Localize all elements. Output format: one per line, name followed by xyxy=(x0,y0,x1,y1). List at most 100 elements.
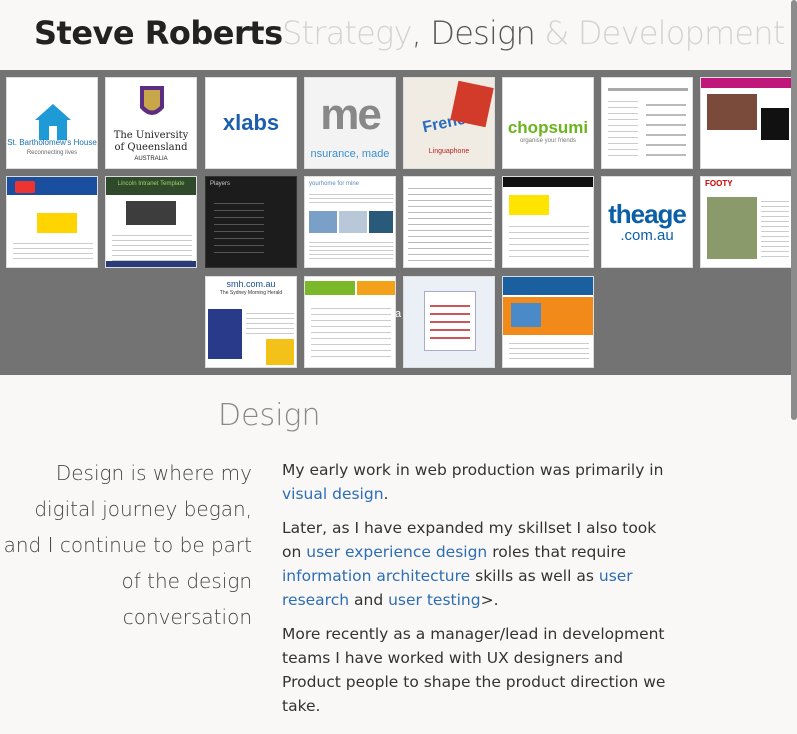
thumb-uq[interactable]: The University of Queensland AUSTRALIA xyxy=(105,77,197,169)
thumb-theage[interactable]: theage .com.au xyxy=(601,176,693,268)
thumb-label: Players xyxy=(210,181,231,187)
thumb-sub: Reconnecting lives xyxy=(26,150,78,156)
thumb-label: me xyxy=(320,90,382,139)
thumb-lincoln[interactable]: Lincoln Intranet Template xyxy=(105,176,197,268)
site-tagline: Strategy, Design & Development xyxy=(282,14,785,52)
page-image xyxy=(707,94,757,130)
page-content xyxy=(761,197,789,259)
thumb-chopsumi[interactable]: chopsumi organise your friends xyxy=(502,77,594,169)
page-content xyxy=(13,239,93,263)
page-header-bar xyxy=(503,277,593,295)
section-body: My early work in web production was prim… xyxy=(282,458,672,728)
paragraph: More recently as a manager/lead in devel… xyxy=(282,625,666,715)
thumb-web-page-f[interactable] xyxy=(304,276,396,368)
page-content xyxy=(646,96,686,156)
page-content xyxy=(408,183,492,263)
ux-design-link[interactable]: user experience design xyxy=(306,543,487,561)
site-header: Steve Roberts Strategy, Design & Develop… xyxy=(0,0,797,70)
visual-design-link[interactable]: visual design xyxy=(282,485,384,503)
page-ad xyxy=(761,108,789,140)
information-architecture-link[interactable]: information architecture xyxy=(282,567,470,585)
crest-icon xyxy=(140,86,164,115)
page-map xyxy=(339,211,367,233)
text: >. xyxy=(480,591,499,609)
thumb-label: smh.com.au xyxy=(226,279,276,289)
page-content xyxy=(112,231,192,261)
thumb-web-page-b[interactable] xyxy=(700,77,792,169)
pull-quote: Design is where my digital journey began… xyxy=(0,455,252,635)
thumb-label: Lincoln Intranet Template xyxy=(117,181,185,187)
thumb-footy[interactable]: FOOTY xyxy=(700,176,792,268)
page-content xyxy=(509,339,589,363)
thumb-label: theage xyxy=(608,199,687,229)
text: skills as well as xyxy=(475,567,594,585)
thumb-sub: nsurance, made xyxy=(310,148,390,160)
thumb-label: yourhome for mine xyxy=(309,181,360,187)
text: . xyxy=(383,485,389,503)
thumb-web-page-d[interactable] xyxy=(403,176,495,268)
page-badge xyxy=(369,211,393,233)
thumb-st-barts[interactable]: St. Bartholomew's House Reconnecting liv… xyxy=(6,77,98,169)
page-banner xyxy=(509,195,549,215)
text: and xyxy=(354,591,384,609)
thumb-sub: .com.au xyxy=(620,227,674,244)
thumb-web-page-a[interactable] xyxy=(601,77,693,169)
page-content xyxy=(309,191,393,203)
thumb-sub: AUSTRALIA xyxy=(134,156,168,162)
thumb-sub: Linguaphone xyxy=(428,148,470,155)
page-scrollbar[interactable] xyxy=(791,0,797,420)
thumb-sub: The Sydney Morning Herald xyxy=(219,290,283,296)
thumb-web-page-c[interactable] xyxy=(6,176,98,268)
site-name[interactable]: Steve Roberts xyxy=(34,14,283,52)
thumb-form[interactable] xyxy=(403,276,495,368)
user-testing-link[interactable]: user testing xyxy=(388,591,480,609)
page-line xyxy=(608,88,688,91)
quote-line: and I continue to be part xyxy=(3,533,252,557)
page-content xyxy=(246,309,294,337)
thumb-web-page-g[interactable] xyxy=(502,276,594,368)
quote-line: Design is where my xyxy=(55,461,252,485)
gallery-overlay-text: a xyxy=(395,308,402,320)
page-content xyxy=(311,303,391,361)
page-image xyxy=(126,201,176,225)
paragraph: My early work in web production was prim… xyxy=(282,458,672,506)
page-content xyxy=(509,221,589,261)
page-fields xyxy=(430,299,470,343)
thumb-yourhome[interactable]: yourhome for mine xyxy=(304,176,396,268)
page-header-bar xyxy=(305,281,355,295)
portfolio-gallery: St. Bartholomew's House Reconnecting liv… xyxy=(0,70,797,375)
page-image xyxy=(309,211,337,233)
page-list xyxy=(608,96,638,156)
thumb-web-page-e[interactable] xyxy=(502,176,594,268)
thumb-label: xlabs xyxy=(222,110,280,135)
thumb-smh[interactable]: smh.com.au The Sydney Morning Herald xyxy=(205,276,297,368)
thumb-label: chopsumi xyxy=(507,118,589,137)
page-image xyxy=(511,303,541,327)
page-header-bar xyxy=(503,177,593,187)
tagline-amp: & xyxy=(544,14,569,52)
thumb-xlabs[interactable]: xlabs xyxy=(205,77,297,169)
page-ad xyxy=(266,339,294,365)
tagline-development[interactable]: Development xyxy=(578,14,785,52)
tagline-design[interactable]: Design xyxy=(430,14,535,52)
thumb-sub: organise your friends xyxy=(519,138,577,144)
page-logo xyxy=(15,181,35,193)
thumb-label: St. Bartholomew's House xyxy=(7,138,97,147)
page-list xyxy=(214,197,264,259)
thumb-label: FOOTY xyxy=(705,179,733,188)
paragraph: Later, as I have expanded my skillset I … xyxy=(282,516,672,612)
section-title: Design xyxy=(218,398,321,433)
thumb-players[interactable]: Players xyxy=(205,176,297,268)
thumb-insurance[interactable]: me nsurance, made xyxy=(304,77,396,169)
quote-line: of the design xyxy=(121,569,252,593)
quote-line: conversation xyxy=(122,605,252,629)
page-footer-bar xyxy=(106,261,196,267)
page-image xyxy=(707,197,757,259)
thumb-linguaphone[interactable]: French Linguaphone xyxy=(403,77,495,169)
tagline-strategy[interactable]: Strategy xyxy=(282,14,412,52)
thumb-label: The University of Queensland xyxy=(113,130,189,153)
quote-line: digital journey began, xyxy=(34,497,252,521)
page-header-bar xyxy=(701,78,791,88)
tagline-comma: , xyxy=(411,14,422,52)
page-banner xyxy=(357,281,395,295)
